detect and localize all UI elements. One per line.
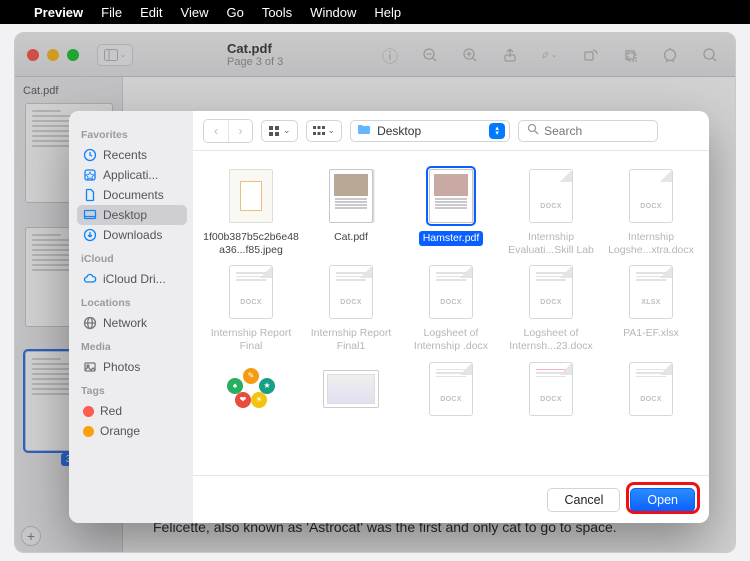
docx-icon: DOCX — [329, 265, 373, 319]
menu-edit[interactable]: Edit — [140, 5, 162, 20]
preview-window: ⌄ Cat.pdf Page 3 of 3 ⓘ ⌄ Cat.pdf — [14, 32, 736, 553]
sidebar-group-media: Media — [81, 341, 183, 353]
chevron-down-icon: ⌄ — [328, 125, 336, 136]
menu-help[interactable]: Help — [374, 5, 401, 20]
search-icon — [527, 122, 539, 140]
nav-back-forward: ‹ › — [203, 119, 253, 143]
sidebar-item-photos[interactable]: Photos — [77, 357, 187, 377]
jpeg-thumbnail-icon — [229, 169, 273, 223]
xlsx-icon: XLSX — [629, 265, 673, 319]
sidebar-group-favorites: Favorites — [81, 129, 183, 141]
desktop-icon — [83, 208, 97, 222]
red-tag-icon — [83, 406, 94, 417]
file-item-disabled: DOCXLogsheet of Internship .docx — [401, 261, 501, 357]
file-item-selected[interactable]: Hamster.pdf — [401, 165, 501, 261]
dialog-footer: Cancel Open — [193, 475, 709, 523]
docx-icon: DOCX — [529, 265, 573, 319]
file-item-disabled: DOCX — [501, 358, 601, 428]
file-item-disabled: DOCX — [601, 358, 701, 428]
menu-file[interactable]: File — [101, 5, 122, 20]
app-icon — [83, 168, 97, 182]
file-item-disabled: DOCX Internship Evaluati...Skill Lab — [501, 165, 601, 261]
graphic-thumbnail-icon: ✎ ♠ ❤ ★ ☀ — [227, 368, 275, 410]
folder-icon — [357, 123, 371, 138]
sidebar-item-network[interactable]: Network — [77, 313, 187, 333]
file-browser-grid: 1f00b387b5c2b6e48a36...f85.jpeg Cat.pdf … — [193, 151, 709, 475]
network-icon — [83, 316, 97, 330]
docx-icon: DOCX — [229, 265, 273, 319]
menu-tools[interactable]: Tools — [262, 5, 292, 20]
docx-icon: DOCX — [429, 362, 473, 416]
docx-icon: DOCX — [429, 265, 473, 319]
file-item[interactable]: 1f00b387b5c2b6e48a36...f85.jpeg — [201, 165, 301, 261]
docx-icon: DOCX — [629, 362, 673, 416]
search-field[interactable] — [518, 120, 658, 142]
group-by-button[interactable]: ⌄ — [306, 120, 343, 142]
view-icons-button[interactable]: ⌄ — [261, 120, 298, 142]
menu-view[interactable]: View — [181, 5, 209, 20]
pdf-thumbnail-icon — [429, 169, 473, 223]
open-button[interactable]: Open — [630, 488, 695, 512]
clock-icon — [83, 148, 97, 162]
location-popup[interactable]: Desktop ▴▾ — [350, 120, 510, 142]
file-item-disabled: DOCX — [401, 358, 501, 428]
cancel-button[interactable]: Cancel — [547, 488, 620, 512]
dialog-sidebar: Favorites Recents Applicati... Documents… — [69, 111, 193, 523]
chevron-down-icon: ⌄ — [283, 125, 291, 136]
sidebar-group-icloud: iCloud — [81, 253, 183, 265]
file-item[interactable]: Cat.pdf — [301, 165, 401, 261]
sidebar-item-recents[interactable]: Recents — [77, 145, 187, 165]
open-file-dialog: Favorites Recents Applicati... Documents… — [69, 111, 709, 523]
menu-go[interactable]: Go — [226, 5, 243, 20]
docx-icon: DOCX — [529, 169, 573, 223]
photos-icon — [83, 360, 97, 374]
file-item[interactable] — [301, 358, 401, 428]
sidebar-item-documents[interactable]: Documents — [77, 185, 187, 205]
file-item-disabled: DOCXLogsheet of Internsh...23.docx — [501, 261, 601, 357]
docx-icon: DOCX — [629, 169, 673, 223]
sidebar-item-desktop[interactable]: Desktop — [77, 205, 187, 225]
doc-icon — [83, 188, 97, 202]
forward-button[interactable]: › — [228, 120, 252, 142]
file-item[interactable]: ✎ ♠ ❤ ★ ☀ — [201, 358, 301, 428]
menubar: Preview File Edit View Go Tools Window H… — [0, 0, 750, 24]
sidebar-group-tags: Tags — [81, 385, 183, 397]
sidebar-tag-red[interactable]: Red — [77, 401, 187, 421]
sidebar-tag-orange[interactable]: Orange — [77, 421, 187, 441]
back-button[interactable]: ‹ — [204, 120, 228, 142]
menu-window[interactable]: Window — [310, 5, 356, 20]
updown-arrows-icon: ▴▾ — [489, 123, 505, 139]
dialog-toolbar: ‹ › ⌄ ⌄ Desktop ▴▾ — [193, 111, 709, 151]
menubar-app[interactable]: Preview — [34, 5, 83, 20]
location-label: Desktop — [377, 124, 421, 138]
file-item-disabled: XLSXPA1-EF.xlsx — [601, 261, 701, 357]
orange-tag-icon — [83, 426, 94, 437]
cloud-icon — [83, 272, 97, 286]
screenshot-thumbnail-icon — [323, 370, 379, 408]
sidebar-group-locations: Locations — [81, 297, 183, 309]
download-icon — [83, 228, 97, 242]
sidebar-item-icloud-drive[interactable]: iCloud Dri... — [77, 269, 187, 289]
file-item-disabled: DOCX Internship Logshe...xtra.docx — [601, 165, 701, 261]
file-item-disabled: DOCXInternship Report Final1 — [301, 261, 401, 357]
sidebar-item-downloads[interactable]: Downloads — [77, 225, 187, 245]
file-item-disabled: DOCXInternship Report Final — [201, 261, 301, 357]
pdf-thumbnail-icon — [329, 169, 373, 223]
search-input[interactable] — [544, 124, 649, 138]
docx-icon: DOCX — [529, 362, 573, 416]
sidebar-item-applications[interactable]: Applicati... — [77, 165, 187, 185]
